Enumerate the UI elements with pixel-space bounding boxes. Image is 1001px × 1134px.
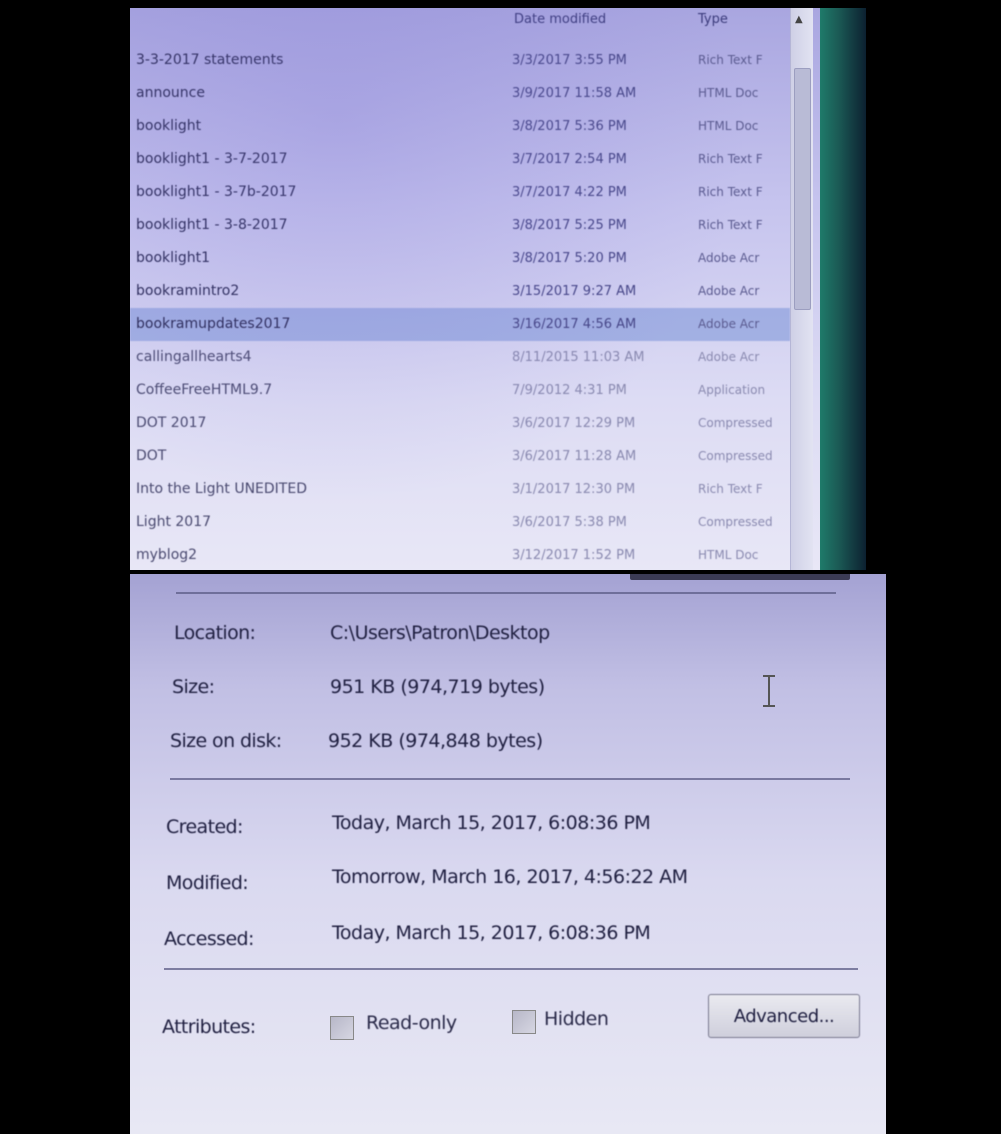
file-date-modified: 3/7/2017 2:54 PM	[512, 152, 627, 167]
file-type: Rich Text F	[698, 482, 763, 496]
file-name: callingallhearts4	[136, 349, 252, 365]
size-on-disk-value: 952 KB (974,848 bytes)	[328, 730, 543, 752]
file-name: booklight1 - 3-7-2017	[136, 151, 288, 167]
file-type: Compressed	[698, 449, 773, 463]
divider-middle	[170, 778, 850, 780]
file-date-modified: 3/12/2017 1:52 PM	[512, 548, 636, 563]
file-date-modified: 3/15/2017 9:27 AM	[512, 284, 637, 299]
file-name: booklight1 - 3-7b-2017	[136, 184, 297, 200]
file-date-modified: 3/8/2017 5:25 PM	[512, 218, 627, 233]
file-type: HTML Doc	[698, 86, 759, 100]
file-row[interactable]: booklight1 - 3-7-2017 3/7/2017 2:54 PM Ric…	[130, 143, 790, 176]
file-date-modified: 3/1/2017 12:30 PM	[512, 482, 636, 497]
file-type: HTML Doc	[698, 548, 759, 562]
created-value: Today, March 15, 2017, 6:08:36 PM	[332, 812, 651, 834]
file-name: booklight1	[136, 250, 211, 266]
file-name: announce	[136, 85, 205, 101]
file-name: 3-3-2017 statements	[136, 52, 284, 68]
file-row[interactable]: bookramupdates2017 3/16/2017 4:56 AM Adobe…	[130, 308, 790, 341]
file-row[interactable]: CoffeeFreeHTML9.7 7/9/2012 4:31 PM Applica…	[130, 374, 790, 407]
file-type: Compressed	[698, 515, 773, 529]
file-name: Light 2017	[136, 514, 212, 530]
file-type: Rich Text F	[698, 152, 763, 166]
file-date-modified: 3/16/2017 4:56 AM	[512, 317, 637, 332]
file-row[interactable]: announce 3/9/2017 11:58 AM HTML Doc	[130, 77, 790, 110]
file-name: CoffeeFreeHTML9.7	[136, 382, 273, 398]
dialog-frame-edge	[630, 574, 850, 580]
file-row[interactable]: bookramintro2 3/15/2017 9:27 AM Adobe Acr	[130, 275, 790, 308]
file-name: myblog2	[136, 547, 198, 563]
file-date-modified: 8/11/2015 11:03 AM	[512, 350, 645, 365]
file-date-modified: 3/3/2017 3:55 PM	[512, 53, 627, 68]
file-name: Into the Light UNEDITED	[136, 481, 307, 497]
file-date-modified: 3/9/2017 11:58 AM	[512, 86, 637, 101]
location-label: Location:	[174, 622, 256, 644]
file-row[interactable]: myblog2 3/12/2017 1:52 PM HTML Doc	[130, 539, 790, 570]
file-type: Adobe Acr	[698, 284, 760, 298]
file-name: bookramintro2	[136, 283, 240, 299]
file-type: Rich Text F	[698, 218, 763, 232]
file-row[interactable]: Light 2017 3/6/2017 5:38 PM Compressed	[130, 506, 790, 539]
created-label: Created:	[166, 816, 243, 838]
file-date-modified: 3/8/2017 5:36 PM	[512, 119, 627, 134]
file-name: DOT 2017	[136, 415, 207, 431]
modified-label: Modified:	[166, 872, 249, 894]
text-cursor-icon	[763, 675, 775, 707]
vertical-scrollbar[interactable]: ▲	[790, 8, 813, 570]
modified-value: Tomorrow, March 16, 2017, 4:56:22 AM	[332, 866, 688, 888]
file-name: booklight1 - 3-8-2017	[136, 217, 288, 233]
column-header-type[interactable]: Type	[698, 12, 728, 27]
advanced-button[interactable]: Advanced...	[708, 994, 860, 1038]
size-value: 951 KB (974,719 bytes)	[330, 676, 545, 698]
accessed-value: Today, March 15, 2017, 6:08:36 PM	[332, 922, 651, 944]
file-date-modified: 3/6/2017 12:29 PM	[512, 416, 636, 431]
read-only-checkbox[interactable]	[330, 1016, 354, 1040]
file-row[interactable]: 3-3-2017 statements 3/3/2017 3:55 PM Rich …	[130, 44, 790, 77]
file-row[interactable]: booklight1 - 3-8-2017 3/8/2017 5:25 PM Ric…	[130, 209, 790, 242]
file-row[interactable]: Into the Light UNEDITED 3/1/2017 12:30 PM…	[130, 473, 790, 506]
size-label: Size:	[172, 676, 215, 698]
read-only-label[interactable]: Read-only	[366, 1012, 457, 1034]
attributes-label: Attributes:	[162, 1016, 256, 1038]
file-date-modified: 3/6/2017 5:38 PM	[512, 515, 627, 530]
file-list: 3-3-2017 statements 3/3/2017 3:55 PM Rich …	[130, 44, 790, 570]
window-edge	[820, 8, 866, 570]
file-date-modified: 3/6/2017 11:28 AM	[512, 449, 637, 464]
file-row[interactable]: booklight1 - 3-7b-2017 3/7/2017 4:22 PM Ri…	[130, 176, 790, 209]
file-type: Adobe Acr	[698, 251, 760, 265]
hidden-checkbox[interactable]	[512, 1010, 536, 1034]
column-header-date-modified[interactable]: Date modified	[514, 12, 606, 27]
size-on-disk-label: Size on disk:	[170, 730, 282, 752]
divider-top	[176, 592, 836, 594]
file-date-modified: 3/7/2017 4:22 PM	[512, 185, 627, 200]
file-date-modified: 3/8/2017 5:20 PM	[512, 251, 627, 266]
file-date-modified: 7/9/2012 4:31 PM	[512, 383, 627, 398]
location-value: C:\Users\Patron\Desktop	[330, 622, 550, 644]
file-type: Adobe Acr	[698, 350, 760, 364]
accessed-label: Accessed:	[164, 928, 254, 950]
scroll-up-arrow-icon[interactable]: ▲	[795, 14, 803, 25]
file-name: DOT	[136, 448, 167, 464]
hidden-label[interactable]: Hidden	[544, 1008, 609, 1030]
divider-bottom	[164, 968, 858, 970]
file-type: Rich Text F	[698, 185, 763, 199]
scrollbar-thumb[interactable]	[794, 68, 811, 310]
file-properties-dialog: Location: C:\Users\Patron\Desktop Size: …	[130, 574, 886, 1134]
file-type: Rich Text F	[698, 53, 763, 67]
file-row[interactable]: callingallhearts4 8/11/2015 11:03 AM Adobe…	[130, 341, 790, 374]
file-list-window: Date modified Type 3-3-2017 statements 3/…	[130, 8, 820, 570]
file-name: booklight	[136, 118, 202, 134]
file-type: Application	[698, 383, 766, 397]
file-type: Adobe Acr	[698, 317, 760, 331]
file-row[interactable]: booklight1 3/8/2017 5:20 PM Adobe Acr	[130, 242, 790, 275]
file-row[interactable]: DOT 3/6/2017 11:28 AM Compressed	[130, 440, 790, 473]
file-row[interactable]: booklight 3/8/2017 5:36 PM HTML Doc	[130, 110, 790, 143]
file-row[interactable]: DOT 2017 3/6/2017 12:29 PM Compressed	[130, 407, 790, 440]
file-type: Compressed	[698, 416, 773, 430]
file-name: bookramupdates2017	[136, 316, 291, 332]
file-type: HTML Doc	[698, 119, 759, 133]
